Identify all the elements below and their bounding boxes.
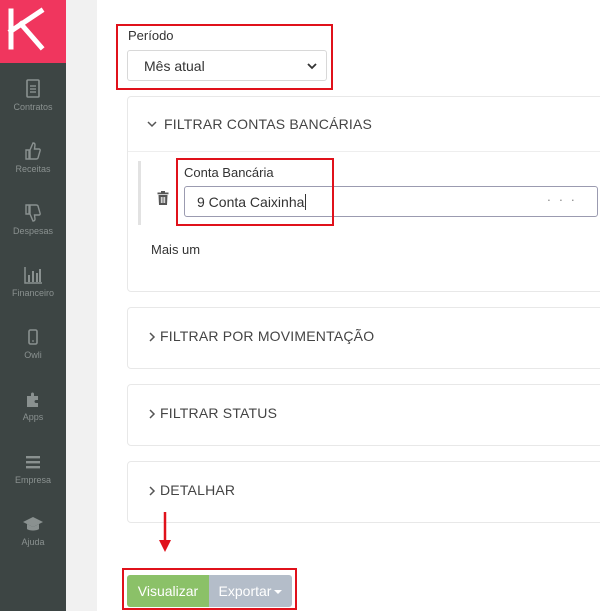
filter-contas-panel: FILTRAR CONTAS BANCÁRIAS Conta Bancária … — [127, 96, 600, 292]
filter-movimentacao-title: FILTRAR POR MOVIMENTAÇÃO — [160, 328, 375, 344]
sidebar-item-label: Owli — [24, 350, 42, 360]
sidebar-item-receitas[interactable]: Receitas — [0, 140, 66, 190]
filter-contas-title[interactable]: FILTRAR CONTAS BANCÁRIAS — [164, 116, 372, 132]
exportar-label: Exportar — [218, 583, 272, 599]
chevron-right-icon — [149, 332, 156, 342]
thumbs-up-icon — [25, 142, 41, 160]
sidebar-item-despesas[interactable]: Despesas — [0, 202, 66, 252]
sidebar-item-contratos[interactable]: Contratos — [0, 78, 66, 128]
graduation-cap-icon — [23, 517, 43, 531]
row-indicator — [138, 161, 141, 225]
periodo-label: Período — [128, 28, 174, 43]
sidebar-item-label: Contratos — [13, 102, 53, 112]
chevron-right-icon — [149, 486, 156, 496]
more-options-icon[interactable]: · · · — [547, 192, 577, 207]
sidebar-item-label: Empresa — [14, 475, 51, 485]
app-logo[interactable] — [0, 0, 66, 63]
sidebar-item-ajuda[interactable]: Ajuda — [0, 513, 66, 563]
visualizar-button[interactable]: Visualizar — [127, 575, 209, 607]
filter-status-title: FILTRAR STATUS — [160, 405, 278, 421]
conta-bancaria-input[interactable]: 9 Conta Caixinha · · · — [184, 186, 598, 217]
conta-bancaria-value: 9 Conta Caixinha — [197, 194, 305, 210]
detalhar-panel[interactable]: DETALHAR — [127, 461, 600, 523]
exportar-button[interactable]: Exportar — [209, 575, 292, 607]
sidebar-item-label: Ajuda — [21, 537, 45, 547]
chevron-right-icon — [149, 409, 156, 419]
content-gutter — [66, 0, 97, 611]
bar-chart-icon — [24, 267, 42, 284]
periodo-select[interactable]: Mês atual — [127, 50, 327, 81]
sidebar-item-empresa[interactable]: Empresa — [0, 451, 66, 501]
conta-bancaria-label: Conta Bancária — [184, 165, 274, 180]
annotation-arrow-icon — [159, 512, 171, 552]
sidebar-item-label: Financeiro — [11, 288, 55, 298]
sidebar: Contratos Receitas Despesas Financeiro O… — [0, 0, 66, 611]
detalhar-title: DETALHAR — [160, 482, 236, 498]
trash-icon[interactable] — [157, 191, 169, 205]
sidebar-item-apps[interactable]: Apps — [0, 388, 66, 438]
chevron-down-icon[interactable] — [147, 119, 157, 129]
sidebar-item-label: Apps — [22, 412, 44, 422]
periodo-select-value: Mês atual — [144, 58, 205, 74]
sidebar-item-owli[interactable]: Owli — [0, 326, 66, 376]
panel-divider — [128, 151, 600, 152]
thumbs-down-icon — [25, 204, 41, 222]
text-cursor — [305, 194, 307, 210]
mobile-icon — [28, 329, 38, 345]
menu-icon — [26, 456, 40, 469]
caret-down-icon — [274, 590, 283, 594]
add-another-link[interactable]: Mais um — [151, 242, 200, 257]
chevron-down-icon — [307, 63, 317, 70]
document-icon — [26, 79, 40, 98]
k-logo-icon — [7, 7, 45, 51]
filter-status-panel[interactable]: FILTRAR STATUS — [127, 384, 600, 446]
sidebar-item-label: Despesas — [12, 226, 54, 236]
sidebar-item-label: Receitas — [15, 164, 51, 174]
puzzle-icon — [27, 392, 38, 407]
filter-movimentacao-panel[interactable]: FILTRAR POR MOVIMENTAÇÃO — [127, 307, 600, 369]
sidebar-item-financeiro[interactable]: Financeiro — [0, 264, 66, 314]
